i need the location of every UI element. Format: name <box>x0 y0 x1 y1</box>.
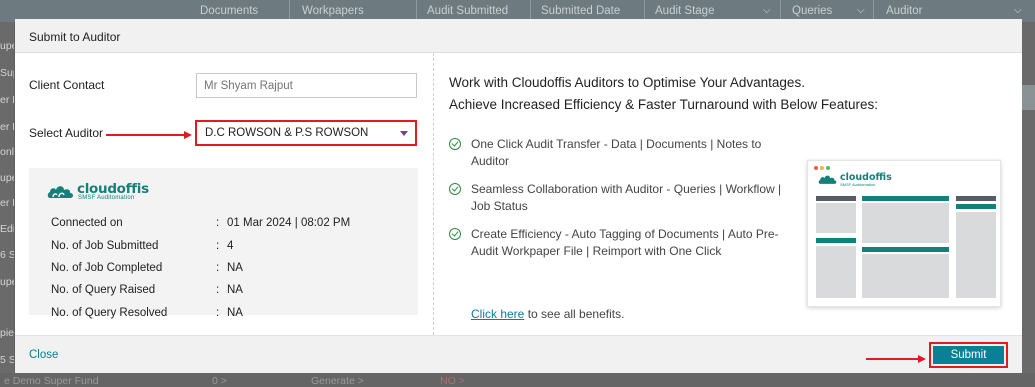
promo-title-line2: Achieve Increased Efficiency & Faster Tu… <box>449 97 878 112</box>
info-colon: : <box>216 284 220 296</box>
preview-block <box>816 246 856 298</box>
bg-column-submitted-date: Submitted Date <box>541 5 621 17</box>
bg-row-fragment: Supe <box>0 67 14 79</box>
logo-tagline: SMSF Auditomation <box>78 195 135 201</box>
bg-column-workpapers: Workpapers <box>302 5 364 17</box>
feature-text: Create Efficiency - Auto Tagging of Docu… <box>471 227 779 258</box>
window-dot <box>826 166 830 170</box>
cloud-logo-icon <box>818 175 837 184</box>
bg-column-documents: Documents <box>200 5 259 17</box>
close-button[interactable]: Close <box>29 349 58 361</box>
chevron-down-icon: ⌵ <box>857 5 865 16</box>
preview-bar <box>862 247 949 252</box>
bg-row-fragment: upe <box>0 276 14 288</box>
preview-bar <box>956 196 996 201</box>
chevron-down-icon: ⌵ <box>763 5 771 16</box>
check-circle-icon <box>449 183 461 195</box>
bg-row-fragment: er F <box>0 121 14 133</box>
background-selected-row <box>1022 85 1035 110</box>
info-key: No. of Query Raised <box>51 284 156 296</box>
promo-pane: Work with Cloudoffis Auditors to Optimis… <box>434 53 1022 335</box>
preview-bar <box>816 196 856 201</box>
info-colon: : <box>216 240 220 252</box>
info-key: No. of Query Resolved <box>51 307 168 319</box>
preview-logo-tagline: SMSF Auditomation <box>840 182 876 187</box>
bg-row-fragment: 6 S <box>0 249 14 261</box>
selected-auditor-value: D.C ROWSON & P.S ROWSON <box>205 127 369 139</box>
bg-row-fragment: piec <box>0 327 14 339</box>
info-key: Connected on <box>51 217 123 229</box>
info-colon: : <box>216 307 220 319</box>
submit-to-auditor-modal: Submit to Auditor Client Contact Select … <box>15 19 1022 373</box>
bg-row-fragment: onl <box>0 146 14 158</box>
bg-bottom-documents: 0 > <box>212 375 227 387</box>
bg-row-fragment: upe <box>0 172 14 184</box>
chevron-down-icon: ⌵ <box>1014 5 1022 16</box>
feature-text: Seamless Collaboration with Auditor - Qu… <box>471 182 782 213</box>
bg-column-audit-stage: Audit Stage <box>655 5 715 17</box>
bg-bottom-fund-name: e Demo Super Fund <box>4 375 99 387</box>
modal-footer: Close Submit <box>15 335 1022 373</box>
info-value: NA <box>227 284 243 296</box>
info-value: NA <box>227 307 243 319</box>
bg-bottom-audit-submitted: NO > <box>440 375 465 387</box>
bg-column-auditor: Auditor <box>886 5 923 17</box>
check-circle-icon <box>449 228 461 240</box>
bg-row-fragment: er F <box>0 197 14 209</box>
select-auditor-dropdown[interactable]: D.C ROWSON & P.S ROWSON <box>195 120 417 146</box>
info-key: No. of Job Submitted <box>51 240 159 252</box>
info-colon: : <box>216 262 220 274</box>
bg-row-fragment: er F <box>0 94 14 106</box>
preview-block <box>816 203 856 233</box>
cloud-logo-icon <box>47 186 73 198</box>
bg-column-queries: Queries <box>792 5 833 17</box>
caret-down-icon <box>400 131 408 136</box>
preview-bar <box>816 238 856 243</box>
preview-block <box>862 203 949 243</box>
auditor-form-pane: Client Contact Select Auditor D.C ROWSON… <box>15 53 433 335</box>
preview-bar <box>862 196 949 201</box>
promo-title-line1: Work with Cloudoffis Auditors to Optimis… <box>449 75 805 90</box>
select-auditor-label: Select Auditor <box>29 126 104 140</box>
arrow-right-icon <box>106 131 192 139</box>
background-bottom-row <box>0 373 1035 387</box>
bg-row-fragment: 5 S <box>0 354 14 366</box>
background-right-column <box>1022 22 1035 387</box>
auditor-connection-info: cloudoffis SMSF Auditomation Connected o… <box>29 168 418 319</box>
client-contact-label: Client Contact <box>29 78 105 92</box>
bg-column-audit-submitted: Audit Submitted <box>427 5 509 17</box>
info-key: No. of Job Completed <box>51 262 163 274</box>
info-value: NA <box>227 262 243 274</box>
preview-block <box>956 212 996 298</box>
benefits-text: to see all benefits. <box>524 307 625 321</box>
info-colon: : <box>216 217 220 229</box>
info-value: 01 Mar 2024 | 08:02 PM <box>227 217 351 229</box>
info-value: 4 <box>227 240 234 252</box>
submit-button[interactable]: Submit <box>933 346 1004 364</box>
window-dot <box>820 166 824 170</box>
cloudoffis-logo: cloudoffis SMSF Auditomation <box>47 181 149 203</box>
app-preview-image: cloudoffis SMSF Auditomation <box>807 160 1001 307</box>
arrow-right-icon <box>866 355 926 363</box>
bg-bottom-workpapers: Generate > <box>311 375 364 387</box>
feature-text: One Click Audit Transfer - Data | Docume… <box>471 137 762 168</box>
preview-logo: cloudoffis SMSF Auditomation <box>818 172 892 189</box>
bg-row-fragment: Edit <box>0 223 14 235</box>
preview-bar <box>956 204 996 209</box>
benefits-line: Click here to see all benefits. <box>471 307 624 321</box>
client-contact-input[interactable] <box>196 73 417 98</box>
check-circle-icon <box>449 138 461 150</box>
submit-highlight: Submit <box>929 342 1008 368</box>
click-here-link[interactable]: Click here <box>471 307 524 321</box>
bg-row-fragment: uper <box>0 40 14 52</box>
window-dot <box>814 166 818 170</box>
modal-title: Submit to Auditor <box>15 19 1022 53</box>
preview-block <box>862 254 949 298</box>
